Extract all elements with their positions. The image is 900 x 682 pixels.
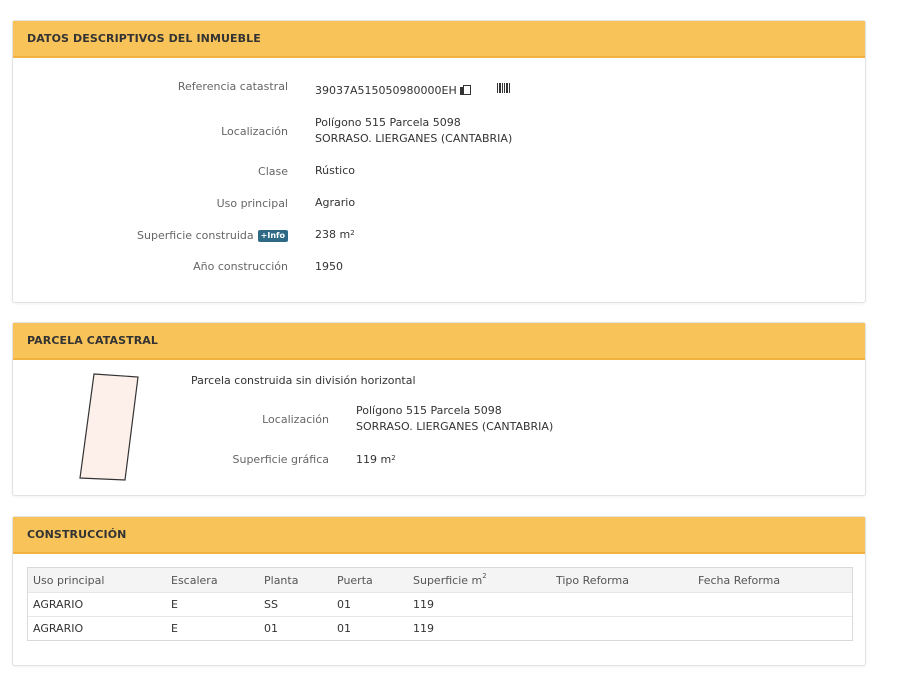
table-row: AGRARIO E 01 01 119	[28, 616, 852, 640]
superficie-grafica-exp: 2	[391, 454, 396, 462]
panel-title: DATOS DESCRIPTIVOS DEL INMUEBLE	[13, 21, 865, 58]
clase-value: Rústico	[315, 164, 355, 177]
uso-value: Agrario	[315, 196, 356, 209]
superficie-label: Superficie construida	[137, 229, 254, 242]
col-superficie: Superficie m2	[413, 571, 487, 587]
panel-title: CONSTRUCCIÓN	[13, 517, 865, 554]
referencia-text: 39037A515050980000EH	[315, 84, 457, 97]
col-planta: Planta	[264, 573, 299, 587]
cell-uso: AGRARIO	[33, 598, 84, 611]
parcela-localizacion-line1: Polígono 515 Parcela 5098	[356, 404, 502, 417]
superficie-exp: 2	[350, 229, 355, 237]
col-superficie-text: Superficie m	[413, 573, 483, 587]
cell-uso: AGRARIO	[33, 622, 84, 635]
cell-superficie: 119	[413, 598, 434, 611]
superficie-grafica-label: Superficie gráfica	[232, 453, 330, 466]
col-puerta: Puerta	[337, 573, 373, 587]
localizacion-line1: Polígono 515 Parcela 5098	[315, 116, 461, 129]
info-button[interactable]: +Info	[257, 230, 288, 242]
construccion-panel: CONSTRUCCIÓN Uso principal Escalera Plan…	[12, 516, 866, 666]
superficie-label-group: Superficie construida +Info	[137, 229, 288, 243]
cell-puerta: 01	[337, 598, 351, 611]
col-tipo-reforma: Tipo Reforma	[556, 573, 629, 587]
construccion-table: Uso principal Escalera Planta Puerta Sup…	[27, 567, 853, 641]
cell-puerta: 01	[337, 622, 351, 635]
localizacion-value: Polígono 515 Parcela 5098 SORRASO. LIERG…	[315, 115, 512, 147]
cell-planta: SS	[264, 598, 278, 611]
parcela-subtitle: Parcela construida sin división horizont…	[191, 374, 416, 387]
superficie-grafica-number: 119 m	[356, 453, 392, 466]
anio-label: Año construcción	[193, 260, 288, 273]
barcode-icon[interactable]	[497, 83, 510, 93]
col-fecha-reforma: Fecha Reforma	[698, 573, 781, 587]
anio-value: 1950	[315, 260, 343, 273]
copy-icon[interactable]	[459, 85, 471, 96]
datos-descriptivos-panel: DATOS DESCRIPTIVOS DEL INMUEBLE Referenc…	[12, 20, 866, 303]
cell-superficie: 119	[413, 622, 434, 635]
superficie-value: 238 m2	[315, 227, 355, 243]
localizacion-line2: SORRASO. LIERGANES (CANTABRIA)	[315, 132, 513, 145]
uso-label: Uso principal	[216, 197, 288, 210]
table-row: AGRARIO E SS 01 119	[28, 592, 852, 616]
superficie-grafica-value: 119 m2	[356, 452, 396, 468]
parcel-map-shape[interactable]	[79, 373, 139, 483]
parcela-catastral-panel: PARCELA CATASTRAL Parcela construida sin…	[12, 322, 866, 496]
cell-escalera: E	[171, 622, 178, 635]
col-superficie-exp: 2	[482, 571, 487, 580]
panel-title: PARCELA CATASTRAL	[13, 323, 865, 360]
cell-escalera: E	[171, 598, 178, 611]
parcela-localizacion-label: Localización	[262, 413, 329, 426]
clase-label: Clase	[258, 165, 288, 178]
referencia-value: 39037A515050980000EH	[315, 83, 471, 99]
table-header-row: Uso principal Escalera Planta Puerta Sup…	[28, 568, 852, 592]
col-uso: Uso principal	[33, 573, 105, 587]
superficie-number: 238 m	[315, 228, 351, 241]
col-escalera: Escalera	[171, 573, 218, 587]
cell-planta: 01	[264, 622, 278, 635]
referencia-label: Referencia catastral	[177, 80, 288, 93]
localizacion-label: Localización	[221, 125, 288, 138]
parcela-localizacion-value: Polígono 515 Parcela 5098 SORRASO. LIERG…	[356, 403, 553, 435]
parcela-localizacion-line2: SORRASO. LIERGANES (CANTABRIA)	[356, 420, 554, 433]
